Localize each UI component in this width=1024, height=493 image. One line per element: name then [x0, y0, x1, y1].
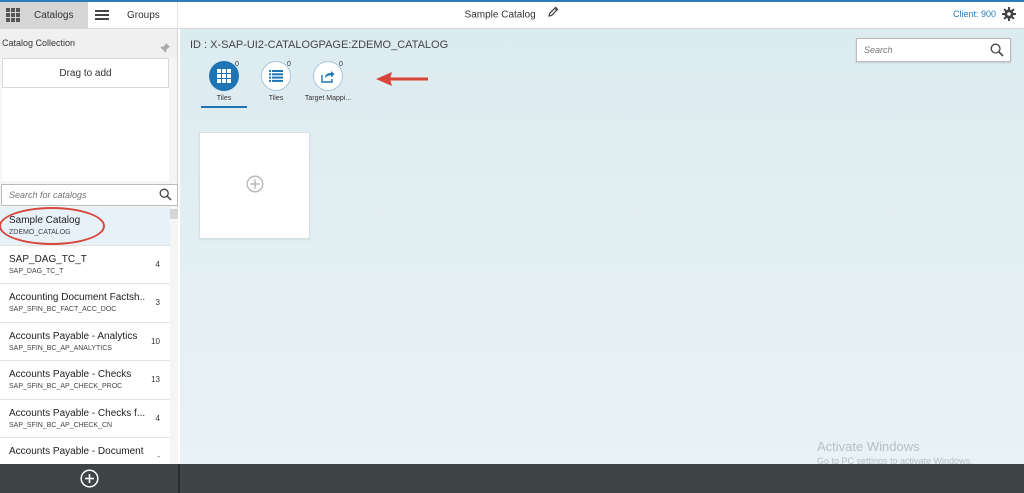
catalog-collection-header: Catalog Collection	[0, 29, 177, 58]
scrollbar-thumb[interactable]	[170, 209, 178, 219]
catalog-list-item[interactable]: Accounts Payable - Checks SAP_SFIN_BC_AP…	[0, 361, 170, 400]
catalog-list-item[interactable]: Accounting Document Factsh... SAP_SFIN_B…	[0, 284, 170, 323]
catalog-count: 4	[155, 259, 160, 269]
catalog-id: SAP_SFIN_BC_AP_ANALYTICS	[9, 344, 112, 352]
catalog-sidebar: Catalog Collection Drag to add Sample Ca…	[0, 29, 178, 464]
gear-icon[interactable]	[1002, 7, 1016, 24]
catalog-count: -	[157, 452, 160, 461]
add-catalog-button[interactable]	[80, 469, 99, 491]
footer-divider	[178, 464, 180, 493]
catalog-list-item[interactable]: SAP_DAG_TC_T SAP_DAG_TC_T 4	[0, 246, 170, 284]
tab-label: Tiles	[216, 95, 232, 102]
catalog-name: Sample Catalog	[9, 215, 81, 226]
tab-count: 0	[235, 61, 239, 68]
catalog-id-title: ID : X-SAP-UI2-CATALOGPAGE:ZDEMO_CATALOG	[190, 39, 449, 51]
catalog-name: SAP_DAG_TC_T	[9, 253, 87, 265]
tab-tiles[interactable]: 0 Tiles	[194, 61, 254, 109]
catalog-list-item[interactable]: Sample Catalog ZDEMO_CATALOG	[0, 207, 170, 246]
tab-label: Tiles	[268, 95, 284, 102]
plus-circle-icon	[246, 175, 264, 196]
catalog-search-input[interactable]	[2, 185, 152, 205]
tab-count: 0	[287, 61, 291, 68]
footer-bar	[0, 464, 1024, 493]
catalogs-tab-label: Catalogs	[34, 9, 74, 21]
catalog-count: 10	[151, 336, 160, 346]
catalog-search	[1, 184, 178, 206]
annotation-arrow-icon	[376, 70, 430, 91]
catalog-list: Sample Catalog ZDEMO_CATALOG SAP_DAG_TC_…	[0, 207, 170, 464]
catalog-list-item[interactable]: Accounts Payable - Checks f... SAP_SFIN_…	[0, 400, 170, 438]
catalog-list-scrollbar[interactable]	[170, 207, 178, 464]
drop-area[interactable]	[2, 88, 169, 181]
menu-icon	[95, 8, 109, 22]
tab-label: Target Mappi...	[304, 95, 352, 102]
catalog-list-item[interactable]: Accounts Payable - Document ... -	[0, 438, 170, 464]
tab-target-mappings[interactable]: 0 Target Mappi...	[298, 61, 358, 109]
catalog-collection-title: Catalog Collection	[2, 38, 76, 48]
catalog-name: Accounting Document Factsh...	[9, 292, 145, 303]
grid-icon	[6, 8, 20, 22]
tab-tiles-list[interactable]: 0 Tiles	[246, 61, 306, 109]
drag-to-add-box[interactable]: Drag to add	[2, 58, 169, 88]
edit-title-icon[interactable]	[548, 2, 559, 28]
catalog-content: ID : X-SAP-UI2-CATALOGPAGE:ZDEMO_CATALOG…	[180, 29, 1024, 466]
catalog-count: 4	[155, 413, 160, 423]
catalog-id: ZDEMO_CATALOG	[9, 229, 71, 236]
catalog-name: Accounts Payable - Checks	[9, 369, 132, 380]
client-label[interactable]: Client: 900	[953, 9, 996, 19]
main-search-input[interactable]	[857, 39, 982, 61]
catalog-id: SAP_SFIN_BC_AP_CHECK_PROC	[9, 383, 123, 390]
catalog-id: SAP_SFIN_BC_FACT_ACC_DOC	[9, 306, 117, 313]
catalog-id: SAP_SFIN_BC_AP_CHECK_CN	[9, 421, 113, 429]
groups-tab[interactable]: Groups	[88, 2, 178, 28]
catalog-name: Accounts Payable - Analytics	[9, 330, 138, 342]
activation-watermark: Activate Windows Go to PC settings to ac…	[817, 439, 973, 466]
top-header: Catalogs Groups Sample Catalog Client: 9…	[0, 0, 1024, 29]
catalog-name: Accounts Payable - Document ...	[9, 446, 145, 457]
main-search	[856, 38, 1011, 62]
page-title: Sample Catalog	[464, 9, 536, 21]
catalog-name: Accounts Payable - Checks f...	[9, 407, 145, 419]
active-tab-underline	[201, 106, 247, 108]
search-icon[interactable]	[990, 43, 1004, 60]
catalog-id: SAP_DAG_TC_T	[9, 267, 64, 275]
catalog-list-item[interactable]: Accounts Payable - Analytics SAP_SFIN_BC…	[0, 323, 170, 361]
add-tile-button[interactable]	[199, 132, 310, 239]
catalog-count: 13	[151, 375, 160, 384]
groups-tab-label: Groups	[127, 9, 160, 21]
search-icon[interactable]	[159, 188, 172, 204]
watermark-line1: Activate Windows	[817, 439, 920, 454]
catalogs-tab[interactable]: Catalogs	[0, 2, 88, 28]
pin-icon[interactable]	[159, 37, 171, 66]
tab-count: 0	[339, 61, 343, 68]
catalog-count: 3	[155, 298, 160, 307]
